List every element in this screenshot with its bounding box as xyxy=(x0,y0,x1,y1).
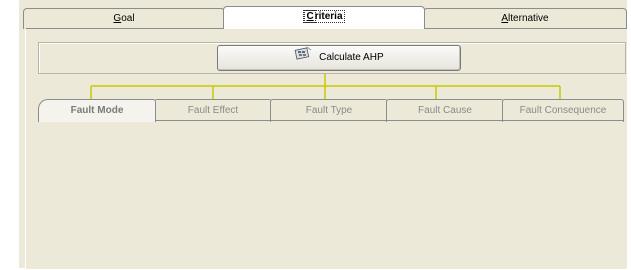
calculator-icon xyxy=(294,46,312,70)
calculate-ahp-button[interactable]: Calculate AHP xyxy=(217,45,461,71)
subtab-fault-effect-label: Fault Effect xyxy=(187,105,239,116)
calculate-group: Calculate AHP xyxy=(38,42,626,74)
tab-goal-label: Goal xyxy=(113,13,135,24)
subtab-fault-cause-label: Fault Cause xyxy=(418,105,472,116)
tab-alternative-label: Alternative xyxy=(501,13,549,24)
fault-mode-content xyxy=(38,120,624,270)
tab-criteria[interactable]: Criteria xyxy=(223,6,425,29)
subtab-fault-type[interactable]: Fault Type xyxy=(270,99,388,122)
subtab-fault-type-label: Fault Type xyxy=(305,105,353,116)
subtab-fault-mode-label: Fault Mode xyxy=(70,105,124,116)
criteria-subtabs: Fault Mode Fault Effect Fault Type Fault… xyxy=(38,99,624,122)
subtab-fault-cause[interactable]: Fault Cause xyxy=(386,99,504,122)
criteria-panel: Calculate AHP Fault Mode Fault Effect Fa… xyxy=(25,28,626,269)
tab-alternative[interactable]: Alternative xyxy=(423,8,627,29)
subtab-fault-consequence[interactable]: Fault Consequence xyxy=(502,99,624,122)
tab-criteria-label: Criteria xyxy=(303,10,345,23)
tab-goal[interactable]: Goal xyxy=(23,8,225,29)
subtab-fault-consequence-label: Fault Consequence xyxy=(519,105,607,116)
ahp-window: Goal Criteria Alternative Calculate AHP … xyxy=(19,0,627,269)
calculate-ahp-label: Calculate AHP xyxy=(319,52,384,63)
subtab-fault-effect[interactable]: Fault Effect xyxy=(154,99,272,122)
subtab-fault-mode[interactable]: Fault Mode xyxy=(38,99,156,122)
